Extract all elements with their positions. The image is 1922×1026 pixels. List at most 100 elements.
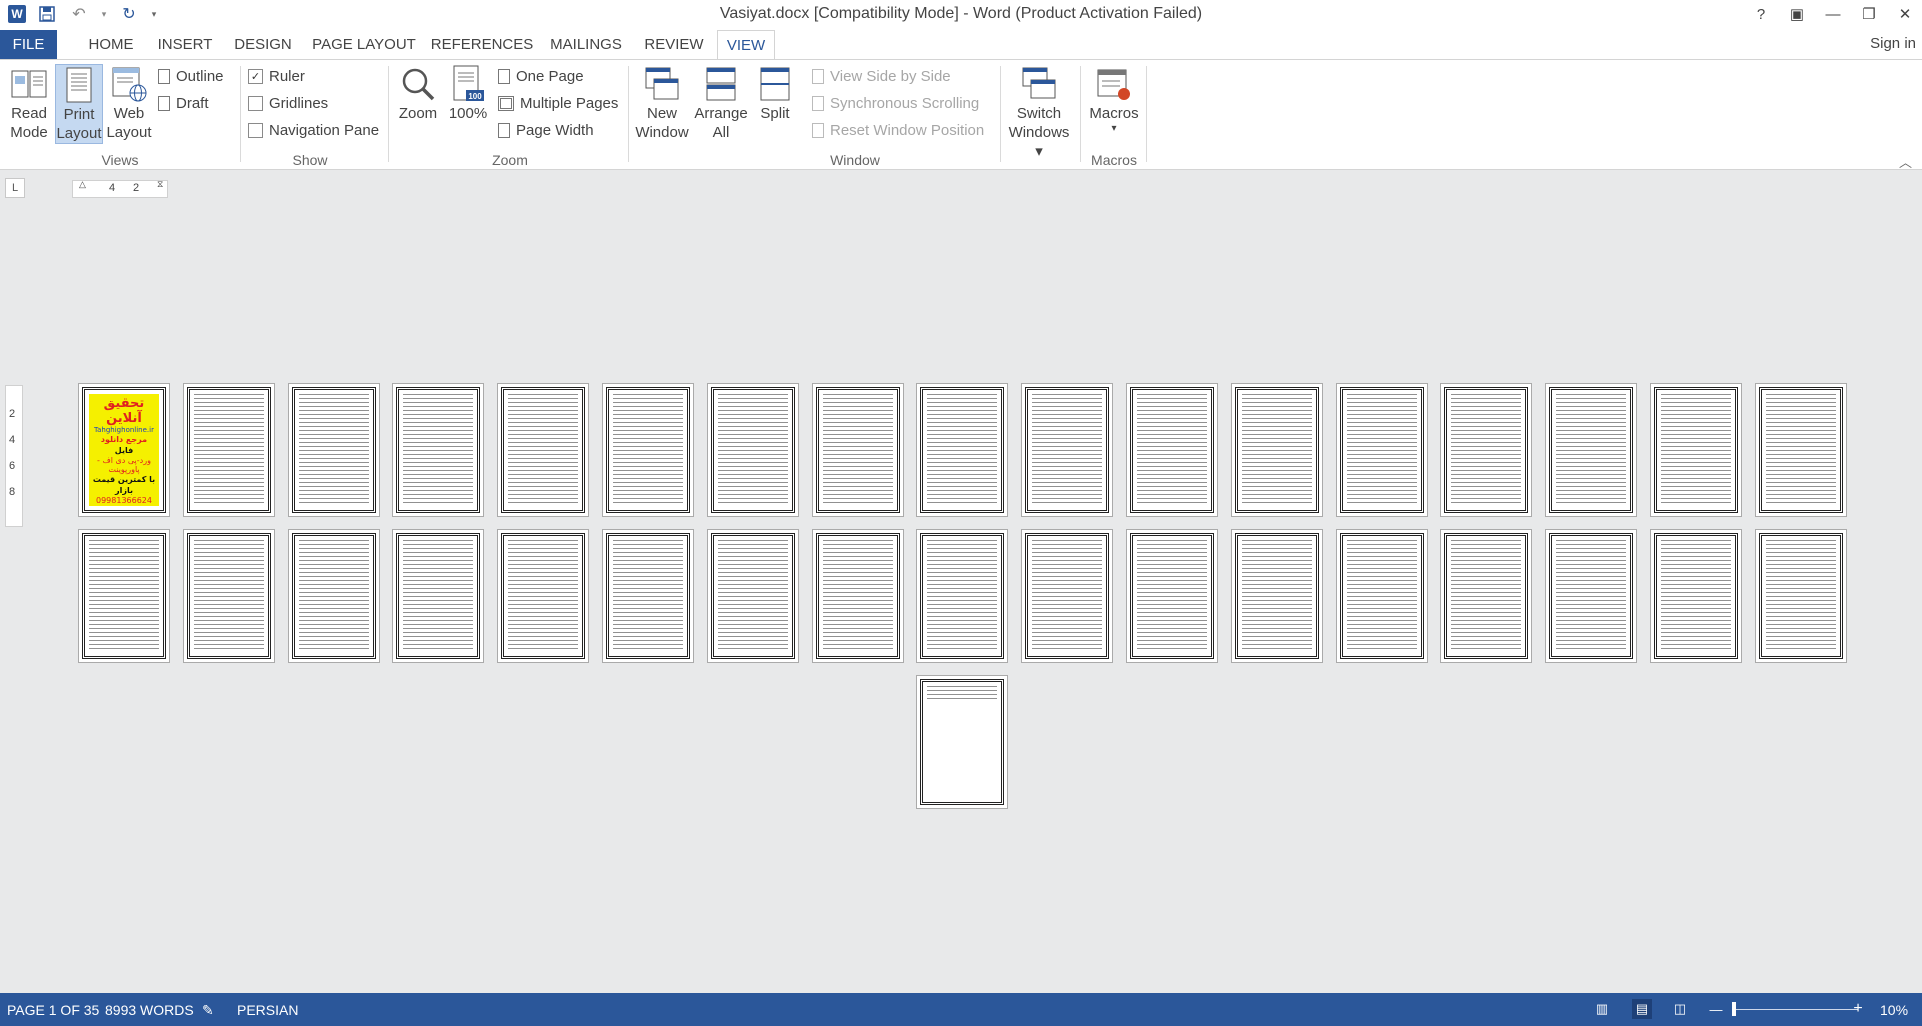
collapse-ribbon-icon[interactable]: ︿ (1899, 152, 1912, 171)
zoom-in-icon[interactable]: + (1848, 999, 1868, 1019)
document-page[interactable] (1231, 383, 1323, 517)
ruler-check-icon: ✓ (248, 68, 263, 84)
document-page[interactable] (812, 383, 904, 517)
tab-mailings[interactable]: MAILINGS (547, 30, 625, 59)
switch-windows-button[interactable]: Switch Windows ▾ (1005, 64, 1073, 161)
ruler-right-indent-icon[interactable]: ⧖ (157, 179, 163, 190)
document-page[interactable] (183, 529, 275, 663)
read-mode-button[interactable]: Read Mode (6, 64, 52, 142)
navigation-pane-checkbox[interactable]: Navigation Pane (248, 119, 379, 141)
help-icon[interactable]: ? (1750, 2, 1772, 26)
cover-title: تحقیق آنلاین (103, 396, 145, 426)
document-page[interactable] (602, 529, 694, 663)
sign-in-link[interactable]: Sign in (1870, 35, 1916, 52)
web-layout-view-icon[interactable]: ◫ (1670, 999, 1690, 1019)
document-page[interactable] (1755, 529, 1847, 663)
document-page[interactable] (288, 529, 380, 663)
document-page[interactable] (1021, 383, 1113, 517)
document-page[interactable] (1021, 529, 1113, 663)
document-page[interactable] (1650, 529, 1742, 663)
document-page[interactable] (497, 529, 589, 663)
document-page[interactable] (288, 383, 380, 517)
zoom-slider[interactable] (1732, 1009, 1858, 1010)
close-icon[interactable]: ✕ (1894, 2, 1916, 26)
document-page[interactable] (1545, 383, 1637, 517)
language-status[interactable]: PERSIAN (237, 1002, 298, 1018)
ruler-checkbox[interactable]: ✓ Ruler (248, 65, 305, 87)
separator (1080, 66, 1081, 162)
document-page[interactable] (1545, 529, 1637, 663)
document-page[interactable] (916, 529, 1008, 663)
document-page[interactable] (1336, 529, 1428, 663)
document-page[interactable] (707, 529, 799, 663)
page-text (403, 394, 473, 506)
document-page[interactable] (1440, 529, 1532, 663)
document-page[interactable] (1126, 529, 1218, 663)
page-text (613, 540, 683, 652)
ruler-tick: 8 (9, 486, 16, 498)
zoom-out-icon[interactable]: — (1706, 999, 1726, 1019)
navigation-pane-label: Navigation Pane (269, 121, 380, 139)
word-count-status[interactable]: 8993 WORDS (105, 1002, 194, 1018)
document-page[interactable] (1231, 529, 1323, 663)
ribbon-display-options-icon[interactable]: ▣ (1786, 2, 1808, 26)
gridlines-checkbox[interactable]: Gridlines (248, 92, 328, 114)
page-width-label: Page Width (516, 121, 594, 139)
tab-home[interactable]: HOME (83, 30, 139, 59)
page-text (1137, 540, 1207, 652)
arrange-all-button[interactable]: Arrange All (693, 64, 749, 142)
document-page[interactable] (497, 383, 589, 517)
document-page[interactable] (392, 383, 484, 517)
tab-review[interactable]: REVIEW (641, 30, 707, 59)
print-layout-button[interactable]: Print Layout (55, 64, 103, 144)
document-page[interactable] (602, 383, 694, 517)
restore-icon[interactable]: ❐ (1858, 2, 1880, 26)
page-text (1766, 394, 1836, 506)
tab-references[interactable]: REFERENCES (431, 30, 534, 59)
page-width-button[interactable]: Page Width (498, 119, 594, 141)
tab-insert[interactable]: INSERT (155, 30, 215, 59)
minimize-icon[interactable]: — (1822, 2, 1844, 26)
tab-view[interactable]: VIEW (717, 30, 775, 59)
document-page[interactable]: تحقیق آنلاین Tahghighonline.ir مرجع دانل… (78, 383, 170, 517)
page-count-status[interactable]: PAGE 1 OF 35 (7, 1002, 99, 1018)
document-page[interactable] (916, 675, 1008, 809)
zoom-level[interactable]: 10% (1880, 1002, 1908, 1018)
zoom-button[interactable]: Zoom (395, 64, 441, 123)
reset-window-position-button[interactable]: Reset Window Position (812, 119, 984, 141)
draft-button[interactable]: Draft (158, 92, 209, 114)
one-page-button[interactable]: One Page (498, 65, 584, 87)
document-page[interactable] (812, 529, 904, 663)
view-side-by-side-button[interactable]: View Side by Side (812, 65, 951, 87)
document-page[interactable] (392, 529, 484, 663)
new-window-button[interactable]: New Window (634, 64, 690, 142)
zoom-100-button[interactable]: 100 100% (446, 64, 490, 123)
horizontal-ruler[interactable]: △ 4 2 ⧖ (72, 179, 168, 198)
tab-page-layout[interactable]: PAGE LAYOUT (311, 30, 417, 59)
tab-design[interactable]: DESIGN (231, 30, 295, 59)
outline-button[interactable]: Outline (158, 65, 224, 87)
document-page[interactable] (707, 383, 799, 517)
document-page[interactable] (1126, 383, 1218, 517)
zoom-slider-thumb[interactable] (1732, 1002, 1736, 1016)
macros-button[interactable]: Macros ▾ (1088, 64, 1140, 135)
document-page[interactable] (1650, 383, 1742, 517)
tab-selector[interactable]: L (5, 178, 25, 198)
document-page[interactable] (183, 383, 275, 517)
print-layout-view-icon[interactable]: ▤ (1632, 999, 1652, 1019)
web-layout-button[interactable]: Web Layout (105, 64, 153, 142)
vertical-ruler[interactable]: 2 4 6 8 (5, 385, 23, 527)
document-page[interactable] (1755, 383, 1847, 517)
one-page-icon (498, 68, 510, 84)
document-page[interactable] (916, 383, 1008, 517)
document-page[interactable] (78, 529, 170, 663)
document-page[interactable] (1336, 383, 1428, 517)
read-mode-view-icon[interactable]: ▥ (1592, 999, 1612, 1019)
multiple-pages-button[interactable]: Multiple Pages (498, 92, 618, 114)
split-button[interactable]: Split (752, 64, 798, 123)
proofing-icon[interactable]: ✎ (202, 1002, 214, 1019)
tab-file[interactable]: FILE (0, 30, 57, 59)
document-page[interactable] (1440, 383, 1532, 517)
synchronous-scrolling-button[interactable]: Synchronous Scrolling (812, 92, 979, 114)
ruler-indent-marker-icon[interactable]: △ (79, 179, 86, 190)
